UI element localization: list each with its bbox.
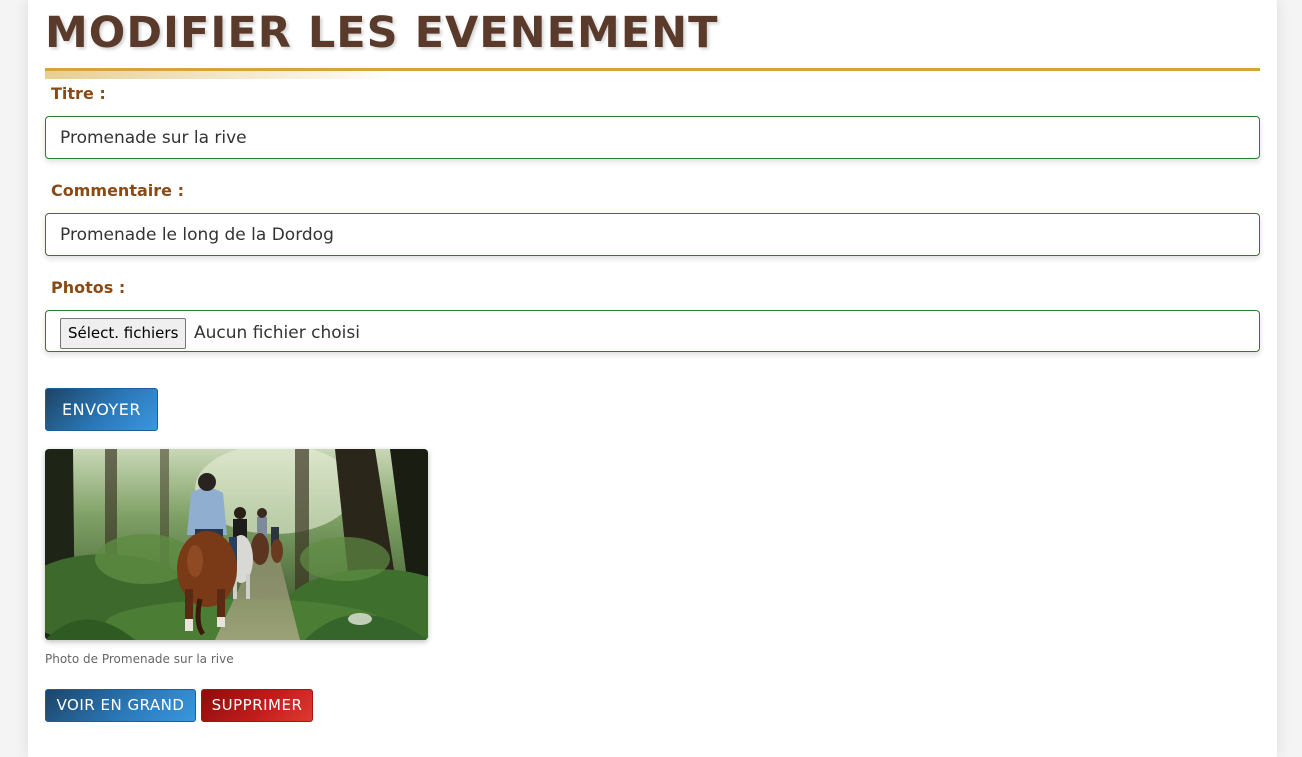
submit-button[interactable]: ENVOYER: [45, 388, 158, 431]
title-underline-shadow: [45, 71, 405, 79]
delete-button[interactable]: SUPPRIMER: [201, 689, 313, 722]
view-large-button[interactable]: VOIR EN GRAND: [45, 689, 196, 722]
comment-input[interactable]: [45, 213, 1260, 256]
event-photo: [45, 449, 428, 640]
photos-file-input[interactable]: Sélect. fichiers Aucun fichier choisi: [45, 310, 1260, 352]
select-files-button[interactable]: Sélect. fichiers: [60, 318, 187, 349]
file-status-text: Aucun fichier choisi: [194, 323, 360, 343]
content-card: [28, 0, 1277, 757]
photos-label: Photos :: [51, 278, 126, 297]
event-photo-image: [45, 449, 428, 640]
title-label: Titre :: [51, 84, 106, 103]
page-title: MODIFIER LES EVENEMENT: [45, 8, 719, 58]
title-input[interactable]: [45, 116, 1260, 159]
comment-label: Commentaire :: [51, 181, 184, 200]
photo-caption: Photo de Promenade sur la rive: [45, 652, 234, 666]
